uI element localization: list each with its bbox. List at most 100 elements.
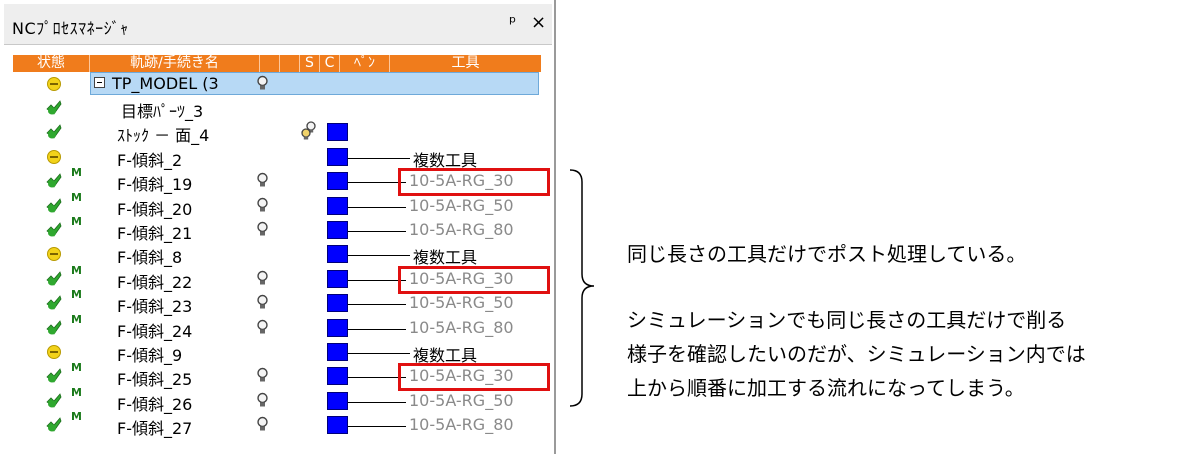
column-c[interactable]: C — [320, 55, 340, 72]
note-line-2: シミュレーションでも同じ長さの工具だけで削る — [627, 308, 1067, 332]
tree-row[interactable]: M F-傾斜_23 10-5A-RG_50 — [13, 288, 541, 316]
root-label: TP_MODEL (3 — [112, 74, 219, 93]
status-ok-icon — [46, 222, 62, 237]
nc-process-manager-panel: NCﾌﾟﾛｾｽﾏﾈｰｼﾞｬ ᵖ × 状態 軌跡/手続き名 S C ﾍﾟﾝ 工具 … — [0, 0, 556, 454]
bulb-icon[interactable] — [256, 221, 269, 239]
double-bulb-icon[interactable] — [300, 120, 318, 142]
bulb-icon[interactable] — [256, 197, 269, 215]
tool-name: 10-5A-RG_80 — [409, 415, 514, 434]
status-ok-icon — [46, 320, 62, 335]
tree-row[interactable]: 目標ﾊﾟｰﾂ_3 — [13, 96, 541, 121]
tool-name: 10-5A-RG_80 — [409, 318, 514, 337]
toolpath-name: F-傾斜_25 — [117, 370, 193, 389]
right-brace-icon — [569, 169, 595, 407]
tool-connector-line — [348, 426, 406, 427]
status-ok-icon — [46, 271, 62, 286]
toolpath-name: F-傾斜_9 — [117, 346, 183, 365]
status-warning-icon — [47, 345, 61, 359]
column-status[interactable]: 状態 — [13, 55, 90, 72]
tree-row[interactable]: M F-傾斜_20 10-5A-RG_50 — [13, 191, 541, 219]
column-blank-2 — [280, 55, 300, 72]
pen-color-swatch[interactable] — [327, 172, 348, 190]
tool-connector-line — [348, 255, 410, 256]
tree-row[interactable]: F-傾斜_2 複数工具 — [13, 145, 541, 170]
tree-row[interactable]: M F-傾斜_21 10-5A-RG_80 — [13, 215, 541, 243]
tree-row[interactable]: M F-傾斜_27 10-5A-RG_80 — [13, 410, 541, 438]
status-ok-icon — [46, 417, 62, 432]
tool-connector-line — [348, 353, 410, 354]
note-line-3: 様子を確認したいのだが、シミュレーション内では — [627, 342, 1086, 366]
bulb-icon[interactable] — [256, 294, 269, 312]
status-ok-icon — [46, 393, 62, 408]
tool-name: 10-5A-RG_50 — [409, 196, 514, 215]
close-icon[interactable]: × — [531, 12, 546, 33]
toolpath-name: F-傾斜_20 — [117, 200, 193, 219]
modified-badge: M — [71, 386, 82, 399]
pen-color-swatch[interactable] — [327, 319, 348, 337]
tree-row[interactable]: M F-傾斜_24 10-5A-RG_80 — [13, 313, 541, 341]
panel-titlebar: NCﾌﾟﾛｾｽﾏﾈｰｼﾞｬ ᵖ × — [4, 4, 552, 45]
status-ok-icon — [46, 198, 62, 213]
bulb-icon[interactable] — [256, 319, 269, 337]
bulb-icon[interactable] — [256, 416, 269, 434]
column-toolpath-name[interactable]: 軌跡/手続き名 — [90, 55, 260, 72]
toolpath-name: F-傾斜_24 — [117, 322, 193, 341]
tool-connector-line — [348, 304, 406, 305]
status-yellow-icon — [47, 77, 61, 91]
column-pen[interactable]: ﾍﾟﾝ — [340, 55, 390, 72]
note-line-4: 上から順番に加工する流れになってしまう。 — [627, 376, 1025, 400]
pen-color-swatch[interactable] — [327, 367, 348, 385]
tree-row[interactable]: F-傾斜_9 複数工具 — [13, 340, 541, 365]
modified-badge: M — [71, 166, 82, 179]
pen-color-swatch[interactable] — [327, 392, 348, 410]
pen-color-swatch[interactable] — [327, 294, 348, 312]
tree-row[interactable]: M F-傾斜_26 10-5A-RG_50 — [13, 386, 541, 414]
pen-color-swatch[interactable] — [327, 245, 348, 263]
note-line-1: 同じ長さの工具だけでポスト処理している。 — [627, 242, 1027, 266]
tool-name: 10-5A-RG_50 — [409, 293, 514, 312]
highlight-box — [398, 363, 550, 391]
bulb-icon[interactable] — [256, 270, 269, 288]
modified-badge: M — [71, 288, 82, 301]
pen-color-swatch[interactable] — [327, 221, 348, 239]
modified-badge: M — [71, 215, 82, 228]
pin-icon[interactable]: ᵖ — [509, 13, 516, 33]
pen-color-swatch[interactable] — [327, 343, 348, 361]
tree-row[interactable]: ｽﾄｯｸ － 面_4 — [13, 120, 541, 145]
bulb-icon[interactable] — [256, 367, 269, 385]
column-header: 状態 軌跡/手続き名 S C ﾍﾟﾝ 工具 — [13, 55, 541, 72]
modified-badge: M — [71, 191, 82, 204]
toolpath-name: F-傾斜_19 — [117, 175, 193, 194]
status-ok-icon — [46, 173, 62, 188]
column-s[interactable]: S — [300, 55, 320, 72]
column-tool[interactable]: 工具 — [390, 55, 541, 72]
pen-color-swatch[interactable] — [327, 416, 348, 434]
bulb-icon[interactable] — [256, 75, 269, 93]
toolpath-name: F-傾斜_23 — [117, 297, 193, 316]
pen-color-swatch[interactable] — [327, 123, 348, 141]
toolpath-name: F-傾斜_8 — [117, 248, 183, 267]
status-ok-icon — [46, 124, 62, 139]
modified-badge: M — [71, 361, 82, 374]
toolpath-name: F-傾斜_22 — [117, 273, 193, 292]
tool-name: 複数工具 — [413, 248, 478, 267]
panel-title: NCﾌﾟﾛｾｽﾏﾈｰｼﾞｬ — [12, 19, 129, 38]
status-warning-icon — [47, 150, 61, 164]
status-ok-icon — [46, 295, 62, 310]
toolpath-name: F-傾斜_2 — [117, 151, 183, 170]
toolpath-name: F-傾斜_27 — [117, 419, 193, 438]
bulb-icon[interactable] — [256, 392, 269, 410]
column-blank — [260, 55, 280, 72]
modified-badge: M — [71, 264, 82, 277]
tree-row[interactable]: F-傾斜_8 複数工具 — [13, 242, 541, 267]
pen-color-swatch[interactable] — [327, 197, 348, 215]
toolpath-name: ｽﾄｯｸ － 面_4 — [117, 126, 210, 145]
pen-color-swatch[interactable] — [327, 270, 348, 288]
tool-connector-line — [348, 231, 406, 232]
tree-root-row[interactable]: TP_MODEL (3 — [13, 72, 541, 96]
status-ok-icon — [46, 368, 62, 383]
highlight-box — [398, 266, 550, 294]
pen-color-swatch[interactable] — [327, 148, 348, 166]
tool-connector-line — [348, 402, 406, 403]
bulb-icon[interactable] — [256, 172, 269, 190]
